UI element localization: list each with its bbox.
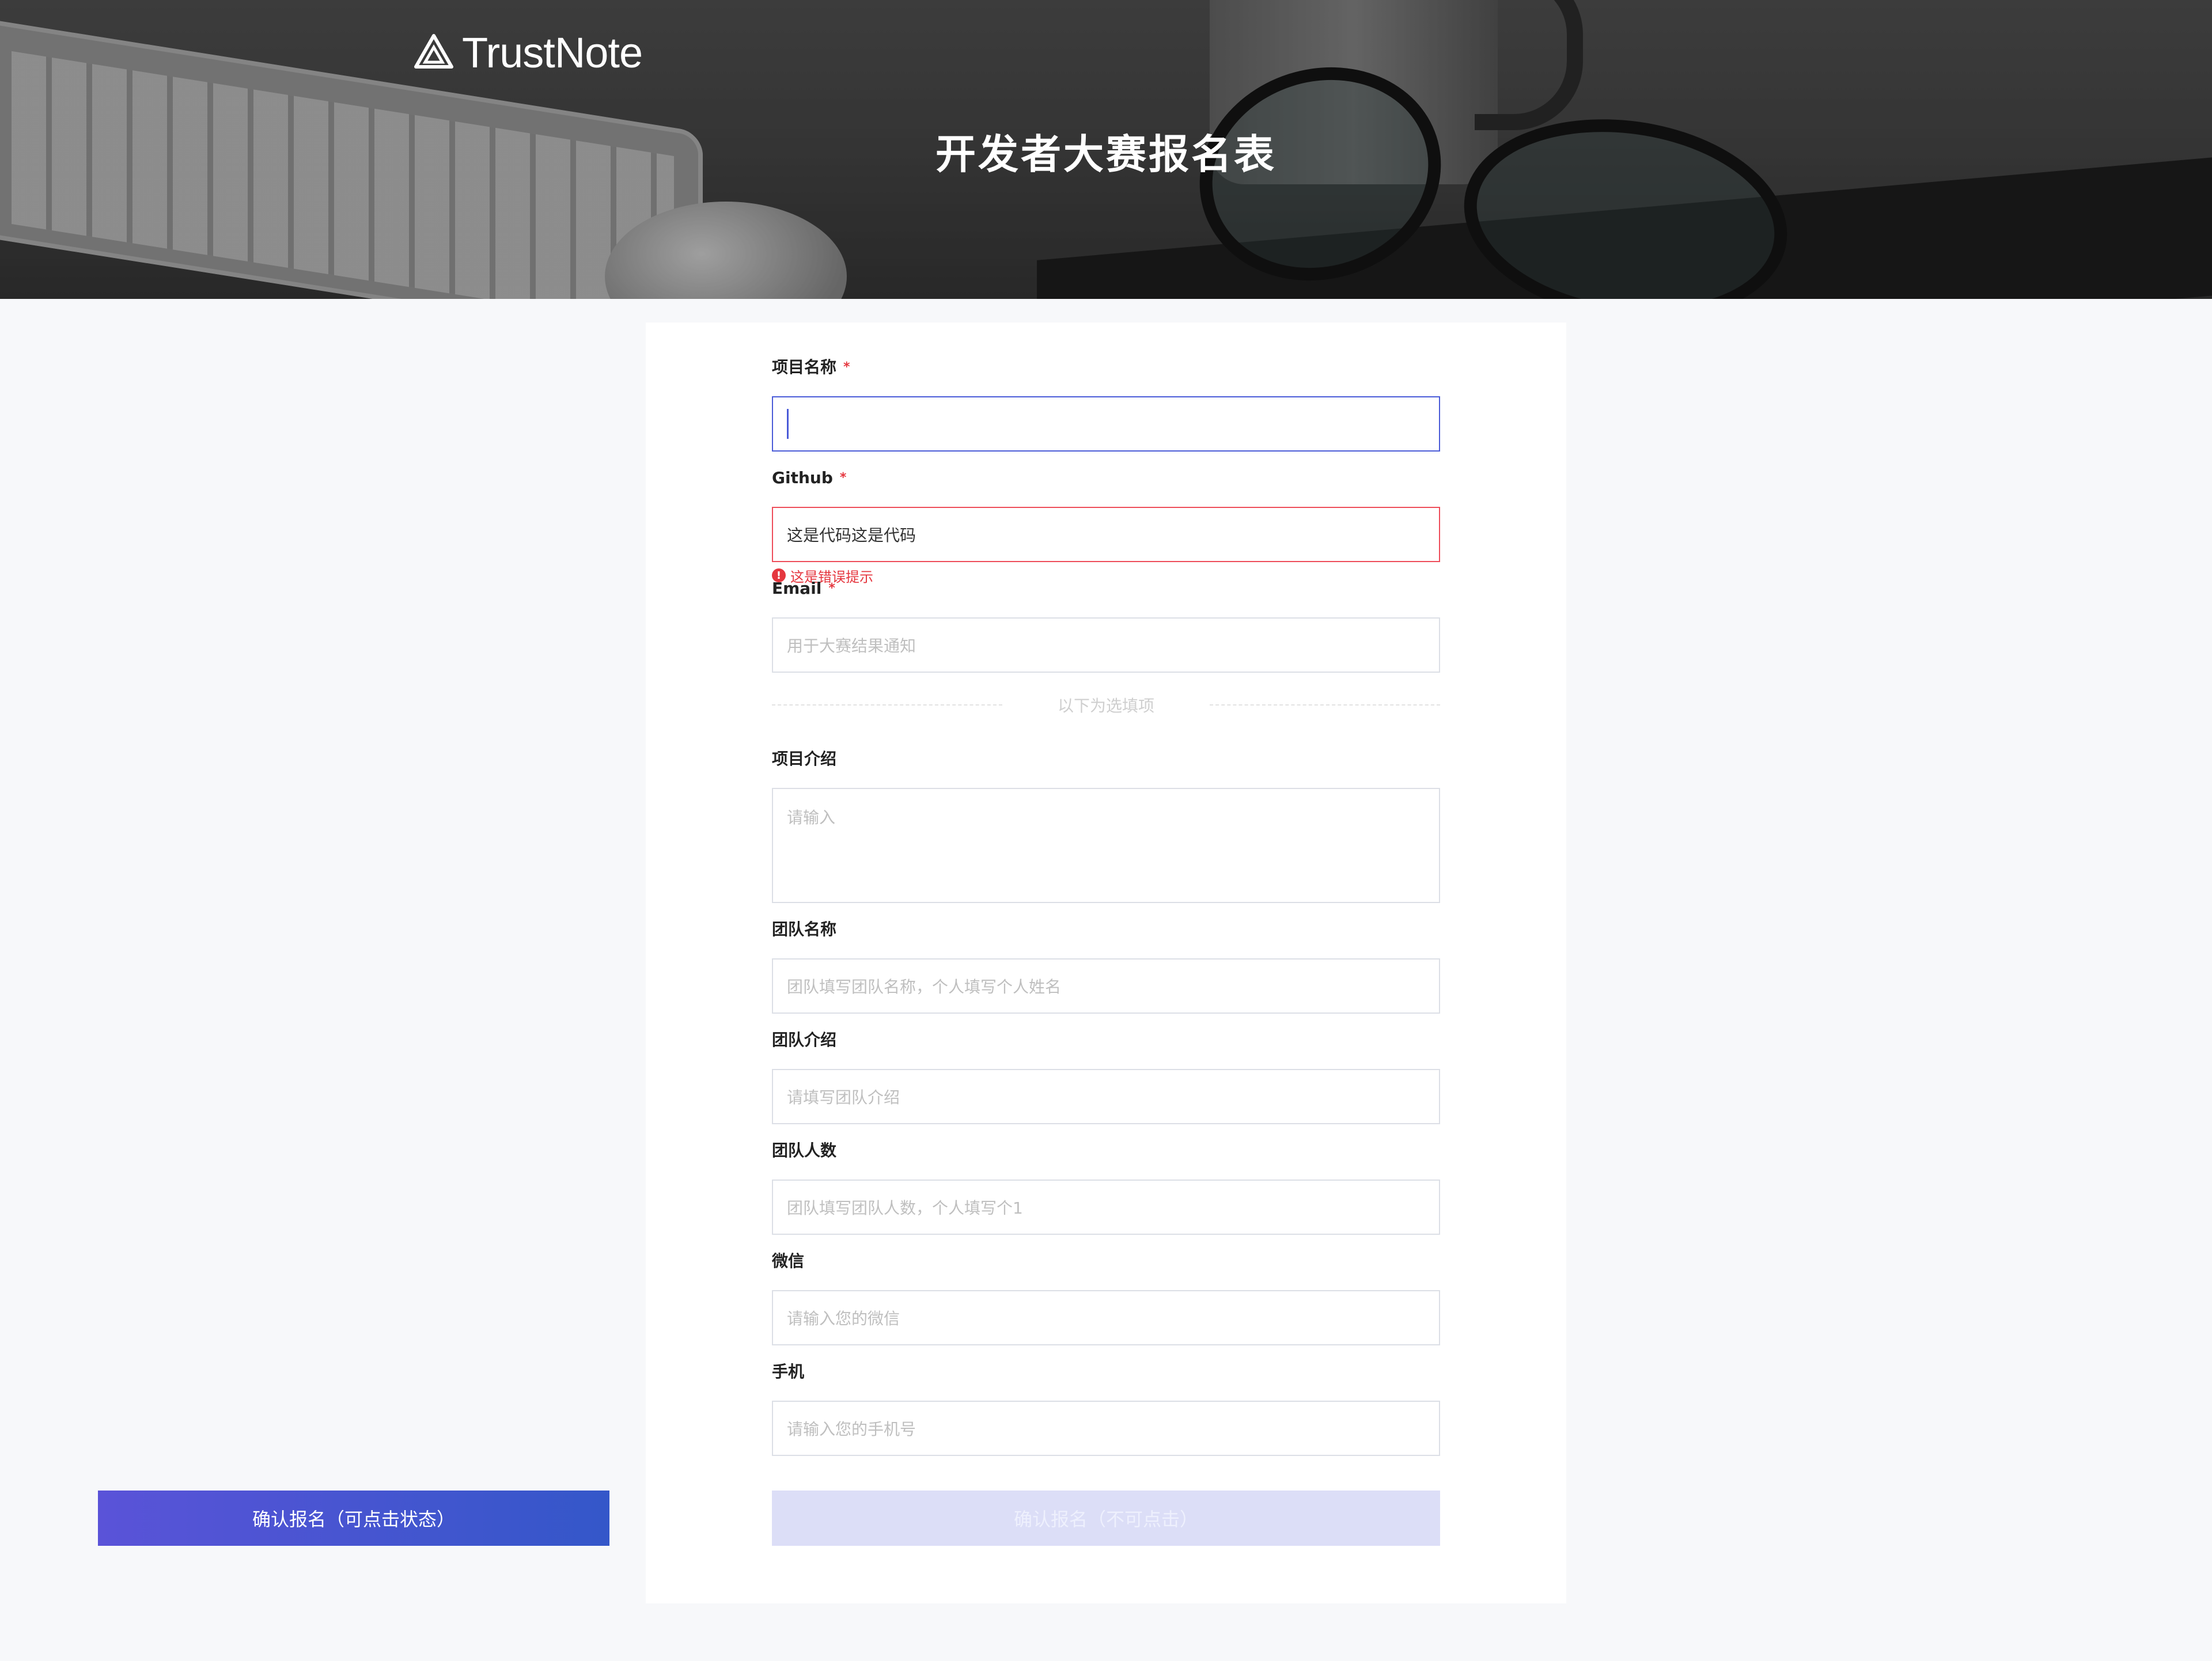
team-size-input[interactable]: 团队填写团队人数，个人填写个1 xyxy=(772,1180,1440,1235)
project-name-input[interactable] xyxy=(772,396,1440,452)
project-intro-label: 项目介绍 xyxy=(772,749,837,768)
team-size-label: 团队人数 xyxy=(772,1141,837,1160)
text-caret xyxy=(787,409,789,439)
required-mark: * xyxy=(828,581,835,596)
project-name-field: 项目名称 * xyxy=(772,356,1440,452)
required-mark: * xyxy=(839,471,847,485)
phone-input[interactable]: 请输入您的手机号 xyxy=(772,1401,1440,1456)
email-input[interactable]: 用于大赛结果通知 xyxy=(772,617,1440,673)
brand-name: TrustNote xyxy=(462,28,643,77)
hero-banner: TrustNote 开发者大赛报名表 xyxy=(0,0,2212,299)
project-intro-field: 项目介绍 请输入 xyxy=(772,748,1440,903)
team-intro-field: 团队介绍 请填写团队介绍 xyxy=(772,1029,1440,1124)
team-name-input[interactable]: 团队填写团队名称，个人填写个人姓名 xyxy=(772,958,1440,1014)
github-input[interactable]: 这是代码这是代码 xyxy=(772,507,1440,562)
optional-divider: 以下为选填项 xyxy=(772,693,1440,716)
email-label: Email * xyxy=(772,579,835,598)
trustnote-logo-icon xyxy=(414,33,454,71)
page-title: 开发者大赛报名表 xyxy=(935,131,1277,178)
team-name-field: 团队名称 团队填写团队名称，个人填写个人姓名 xyxy=(772,918,1440,1014)
github-field: Github * 这是代码这是代码 ! 这是错误提示 xyxy=(772,467,1440,585)
phone-label: 手机 xyxy=(772,1362,805,1381)
submit-button-enabled[interactable]: 确认报名（可点击状态） xyxy=(98,1491,609,1546)
github-label: Github * xyxy=(772,468,847,487)
team-size-field: 团队人数 团队填写团队人数，个人填写个1 xyxy=(772,1139,1440,1235)
wechat-field: 微信 请输入您的微信 xyxy=(772,1250,1440,1345)
brand-logo[interactable]: TrustNote xyxy=(414,28,643,77)
wechat-input[interactable]: 请输入您的微信 xyxy=(772,1290,1440,1345)
wechat-label: 微信 xyxy=(772,1252,805,1271)
submit-button-disabled: 确认报名（不可点击） xyxy=(772,1491,1440,1546)
phone-field: 手机 请输入您的手机号 xyxy=(772,1360,1440,1456)
email-field: Email * 用于大赛结果通知 xyxy=(772,577,1440,673)
required-mark: * xyxy=(843,360,850,374)
team-intro-label: 团队介绍 xyxy=(772,1030,837,1049)
optional-divider-text: 以下为选填项 xyxy=(1057,696,1154,715)
project-intro-textarea[interactable]: 请输入 xyxy=(772,788,1440,903)
team-intro-input[interactable]: 请填写团队介绍 xyxy=(772,1069,1440,1124)
project-name-label: 项目名称 * xyxy=(772,358,850,377)
team-name-label: 团队名称 xyxy=(772,920,837,939)
